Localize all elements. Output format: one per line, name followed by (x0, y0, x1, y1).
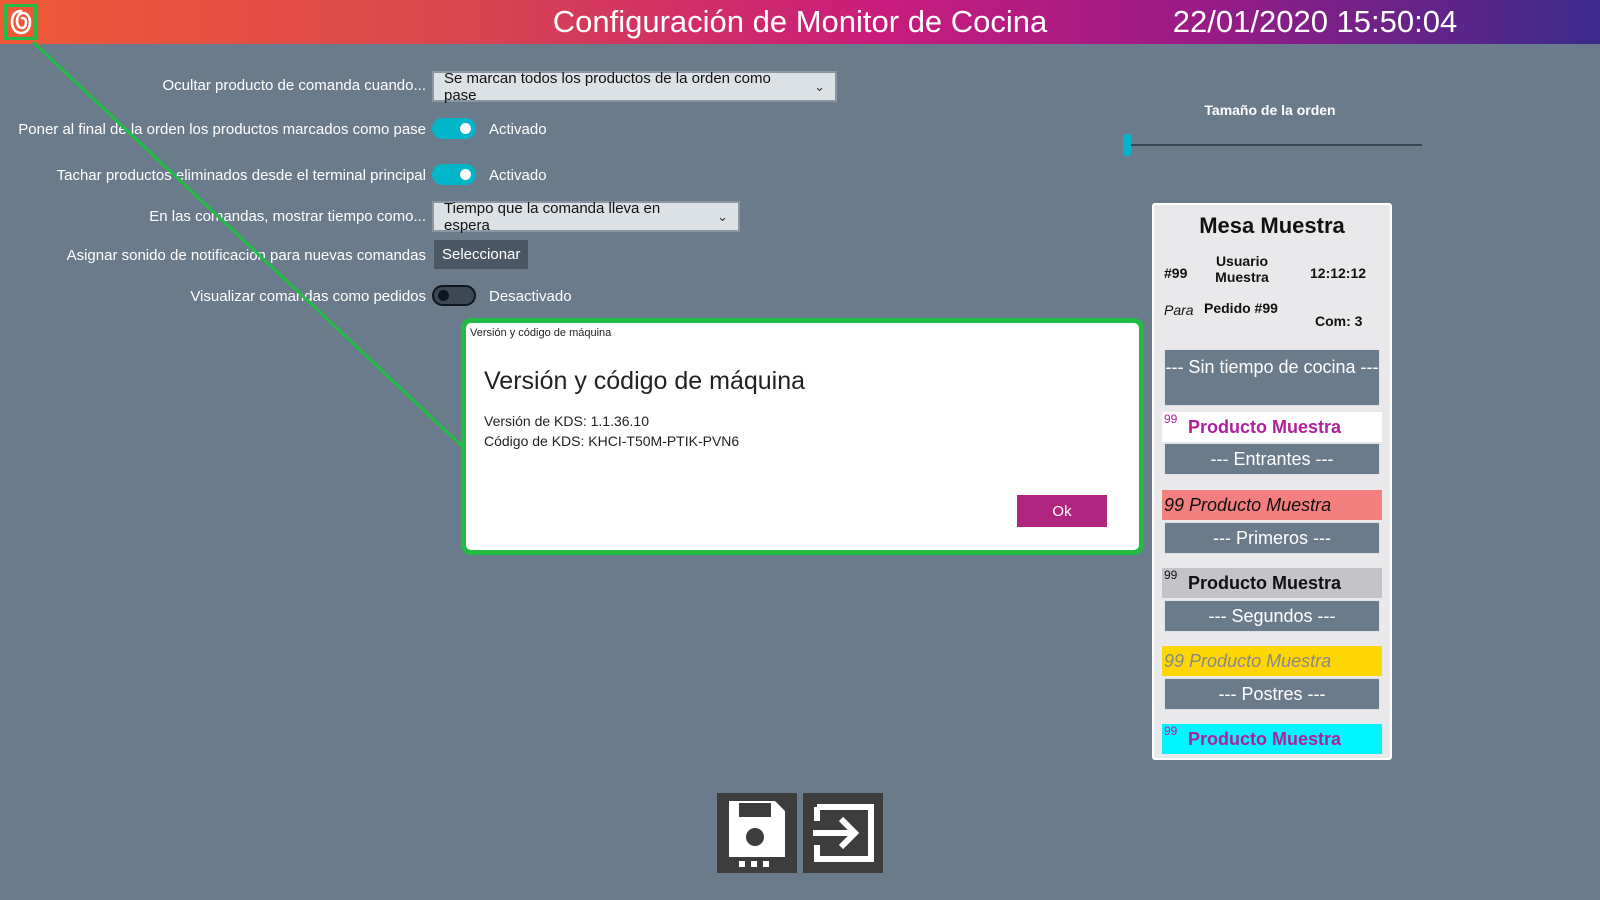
save-icon (729, 801, 785, 867)
preview-product-row: 99 Producto Muestra (1162, 646, 1382, 676)
kds-version: Versión de KDS: 1.1.36.10 (484, 413, 649, 429)
move-to-end-label: Poner al final de la orden los productos… (18, 121, 426, 138)
order-size-label: Tamaño de la orden (1204, 102, 1336, 118)
dialog-heading: Versión y código de máquina (484, 367, 806, 395)
order-size-slider-thumb[interactable] (1123, 134, 1131, 156)
exit-icon (813, 804, 874, 862)
product-qty: 99 (1164, 495, 1185, 515)
move-to-end-toggle[interactable] (432, 118, 476, 139)
page-title: Configuración de Monitor de Cocina (552, 4, 1048, 39)
product-name: Producto Muestra (1189, 495, 1332, 515)
kds-code: Código de KDS: KHCI-T50M-PTIK-PVN6 (484, 433, 740, 449)
ok-button[interactable]: Ok (1017, 495, 1107, 527)
title-bar: Configuración de Monitor de Cocina 22/01… (0, 0, 1600, 44)
chevron-down-icon: ⌄ (717, 208, 728, 224)
preview-section: --- Segundos --- (1164, 600, 1380, 632)
preview-section: --- Primeros --- (1164, 522, 1380, 554)
product-name: Producto Muestra (1188, 417, 1342, 437)
show-as-orders-label: Visualizar comandas como pedidos (190, 288, 426, 305)
dialog-caption: Versión y código de máquina (470, 327, 612, 339)
chevron-down-icon: ⌄ (814, 78, 825, 94)
preview-section: --- Entrantes --- (1164, 443, 1380, 475)
product-qty: 99 (1164, 651, 1185, 671)
product-qty: 99 (1164, 412, 1178, 426)
preview-product-row: 99 Producto Muestra (1162, 490, 1382, 520)
show-as-orders-toggle[interactable] (432, 285, 476, 306)
product-name: Producto Muestra (1188, 573, 1342, 593)
preview-section: --- Sin tiempo de cocina --- (1164, 349, 1380, 406)
datetime-display: 22/01/2020 15:50:04 (1172, 4, 1458, 39)
preview-table-title: Mesa Muestra (1199, 213, 1345, 238)
preview-user: Usuario Muestra (1215, 253, 1269, 285)
product-name: Producto Muestra (1188, 729, 1342, 749)
preview-number: #99 (1164, 265, 1188, 281)
save-button[interactable] (717, 793, 797, 873)
show-time-label: En las comandas, mostrar tiempo como... (149, 208, 426, 225)
hide-product-dropdown[interactable]: Se marcan todos los productos de la orde… (432, 69, 837, 104)
select-sound-button[interactable]: Seleccionar (434, 240, 529, 269)
notification-sound-label: Asignar sonido de notificación para nuev… (66, 247, 426, 264)
order-preview-card: Mesa Muestra #99 Usuario Muestra 12:12:1… (1152, 203, 1392, 760)
preview-time: 12:12:12 (1310, 265, 1367, 281)
version-dialog: Versión y código de máquina Versión y có… (461, 318, 1144, 555)
preview-product-row: 99 Producto Muestra (1162, 724, 1382, 754)
preview-section: --- Postres --- (1164, 678, 1380, 710)
preview-product-row: 99 Producto Muestra (1162, 568, 1382, 598)
preview-order: Pedido #99 (1204, 300, 1278, 316)
hide-product-label: Ocultar producto de comanda cuando... (162, 77, 427, 94)
product-qty: 99 (1164, 724, 1178, 738)
app-logo-icon[interactable] (4, 4, 37, 40)
product-name: Producto Muestra (1189, 651, 1332, 671)
preview-product-row: 99 Producto Muestra (1162, 412, 1382, 442)
strike-deleted-state: Activado (489, 167, 547, 184)
strike-deleted-toggle[interactable] (432, 164, 476, 185)
exit-button[interactable] (803, 793, 883, 873)
hide-product-value: Se marcan todos los productos de la orde… (444, 69, 771, 104)
product-qty: 99 (1164, 568, 1178, 582)
move-to-end-state: Activado (489, 121, 547, 138)
show-time-value: Tiempo que la comanda lleva en espera (444, 199, 661, 234)
show-time-dropdown[interactable]: Tiempo que la comanda lleva en espera ⌄ (432, 199, 740, 234)
preview-para: Para (1164, 302, 1194, 318)
strike-deleted-label: Tachar productos eliminados desde el ter… (56, 167, 426, 184)
order-size-slider-track[interactable] (1126, 144, 1422, 146)
preview-com: Com: 3 (1315, 313, 1363, 329)
show-as-orders-state: Desactivado (489, 288, 572, 305)
